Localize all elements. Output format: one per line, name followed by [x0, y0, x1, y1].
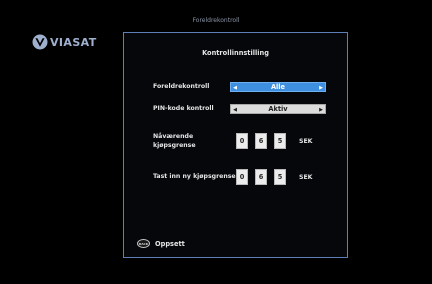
new-limit-digit[interactable]: 5 [274, 169, 286, 185]
new-limit-digit[interactable]: 6 [255, 169, 267, 185]
current-limit-label-line2: kjøpsgrense [153, 142, 196, 149]
new-limit-label: Tast inn ny kjøpsgrense [153, 173, 236, 180]
screen-title: Foreldrekontroll [192, 17, 240, 24]
back-key-icon[interactable]: BACK [137, 239, 150, 248]
new-limit-digit[interactable]: 0 [236, 169, 248, 185]
tv-screen: Foreldrekontroll VIASAT Kontrollinnstill… [0, 0, 432, 284]
control-settings-panel: Kontrollinnstilling Foreldrekontroll ◀ A… [123, 32, 348, 258]
arrow-left-icon[interactable]: ◀ [231, 83, 239, 93]
pin-control-value: Aktiv [268, 105, 288, 113]
new-limit-unit: SEK [299, 174, 313, 181]
arrow-right-icon[interactable]: ▶ [317, 105, 325, 115]
viasat-logo-icon [32, 34, 48, 50]
back-action-label[interactable]: Oppsett [155, 240, 185, 248]
pin-control-selector[interactable]: ◀ Aktiv ▶ [230, 104, 326, 114]
current-limit-digit: 0 [236, 133, 248, 149]
arrow-right-icon[interactable]: ▶ [317, 83, 325, 93]
arrow-left-icon[interactable]: ◀ [231, 105, 239, 115]
letterbox-bar [0, 272, 432, 284]
current-limit-unit: SEK [299, 138, 313, 145]
current-limit-label-line1: Nåværende [153, 133, 194, 140]
pin-control-label: PIN-kode kontroll [153, 105, 214, 112]
panel-title: Kontrollinnstilling [202, 49, 269, 57]
viasat-logo: VIASAT [32, 34, 97, 50]
current-limit-digit: 5 [274, 133, 286, 149]
parental-control-label: Foreldrekontroll [153, 83, 210, 90]
parental-control-value: Alle [270, 83, 286, 91]
parental-control-selector[interactable]: ◀ Alle ▶ [230, 82, 326, 92]
current-limit-digit: 6 [255, 133, 267, 149]
logo-text: VIASAT [50, 35, 97, 49]
